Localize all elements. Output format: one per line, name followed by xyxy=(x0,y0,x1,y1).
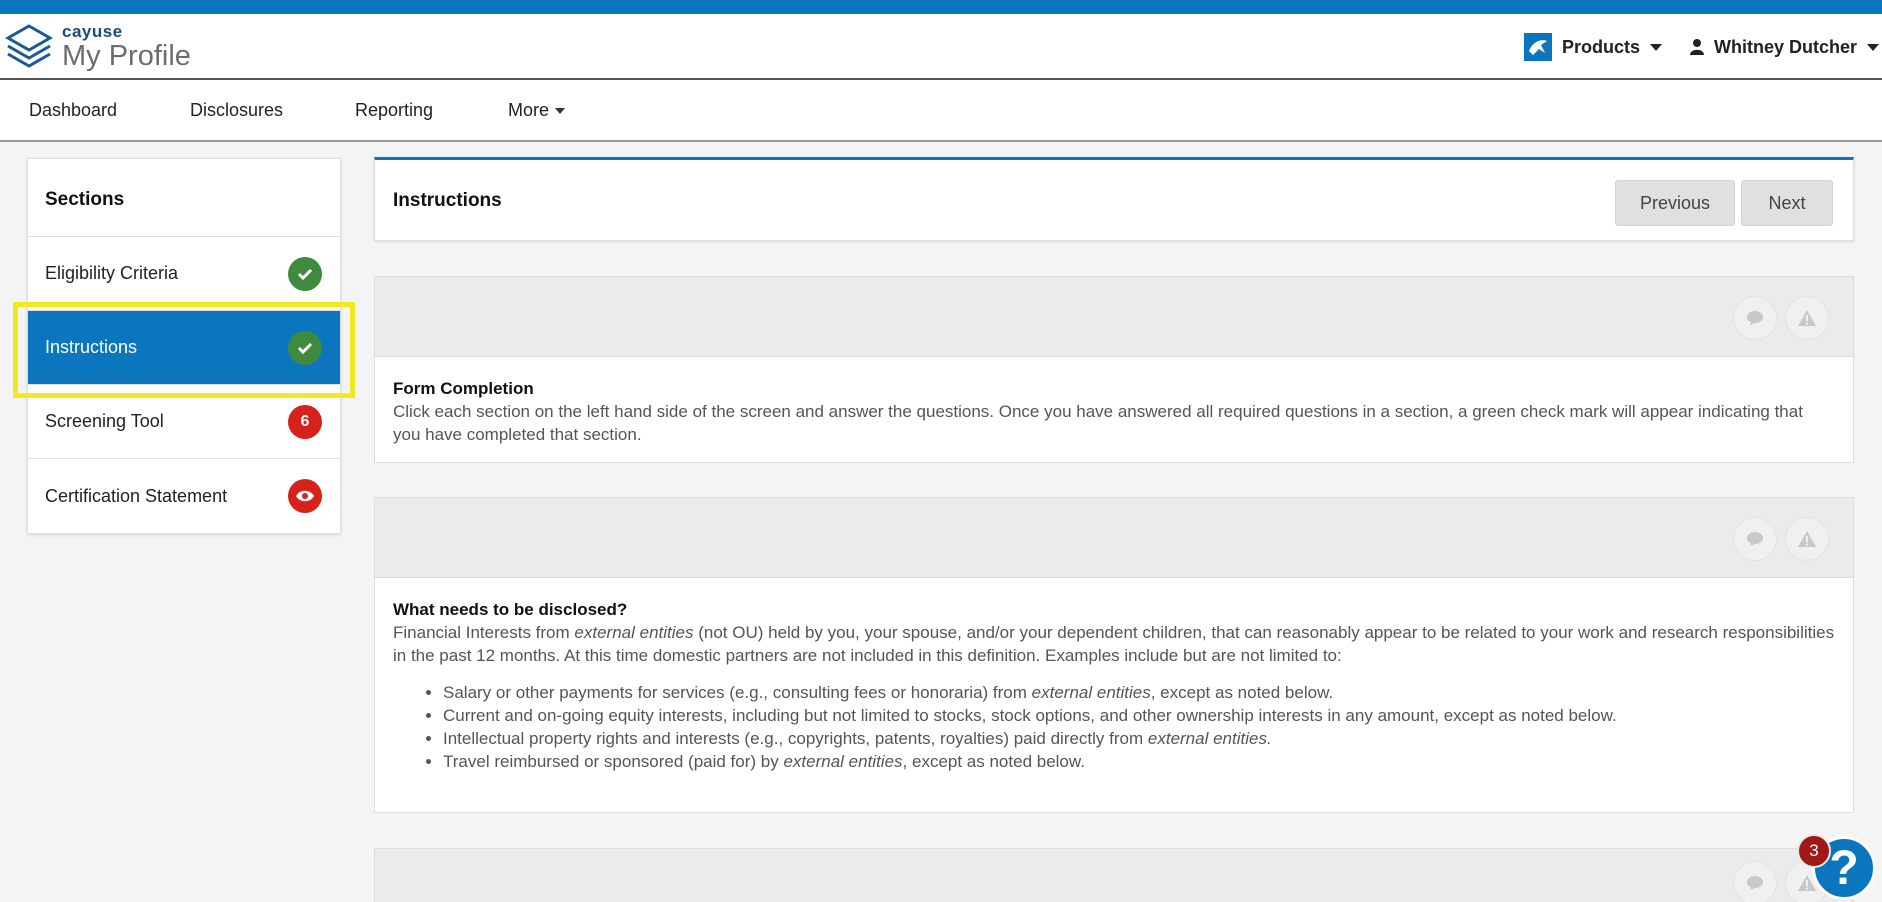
products-icon xyxy=(1524,33,1552,61)
sidebar-item-label: Certification Statement xyxy=(45,485,228,506)
comment-icon[interactable] xyxy=(1733,517,1777,561)
text-run: Intellectual property rights and interes… xyxy=(443,729,1148,748)
list-item: Intellectual property rights and interes… xyxy=(443,727,1835,750)
nav-disclosures[interactable]: Disclosures xyxy=(190,100,283,121)
nav-dashboard[interactable]: Dashboard xyxy=(29,100,117,121)
text-run: , except as noted below. xyxy=(1150,683,1334,702)
text-run: Travel reimbursed or sponsored (paid for… xyxy=(443,752,784,771)
text-run: , except as noted below. xyxy=(902,752,1085,771)
products-label: Products xyxy=(1562,36,1641,57)
nav-more-label: More xyxy=(508,100,550,120)
sidebar-item-label: Eligibility Criteria xyxy=(45,263,179,283)
emphasis-text: external entities xyxy=(574,623,694,642)
emphasis-text: external entities. xyxy=(1147,729,1272,748)
cayuse-logo-icon xyxy=(4,24,54,68)
main-nav: Dashboard Disclosures Reporting More xyxy=(0,80,1882,142)
section-text: Click each section on the left hand side… xyxy=(393,402,1803,444)
products-menu[interactable]: Products xyxy=(1524,32,1663,62)
card-body: Form Completion Click each section on th… xyxy=(375,357,1853,462)
nav-more[interactable]: More xyxy=(508,100,566,121)
list-item: Current and on-going equity interests, i… xyxy=(443,704,1835,727)
sidebar-item-eligibility-criteria[interactable]: Eligibility Criteria xyxy=(28,237,340,311)
sidebar-item-label: Screening Tool xyxy=(45,411,164,431)
list-item: Salary or other payments for services (e… xyxy=(443,681,1835,704)
comment-icon[interactable] xyxy=(1733,861,1777,902)
list-item: Travel reimbursed or sponsored (paid for… xyxy=(443,750,1835,773)
card-header xyxy=(375,849,1853,902)
section-intro: Financial Interests from external entiti… xyxy=(393,621,1835,667)
disclosure-examples-list: Salary or other payments for services (e… xyxy=(443,681,1835,773)
sections-sidebar: Sections Eligibility Criteria Instructio… xyxy=(27,158,341,534)
emphasis-text: external entities xyxy=(1031,683,1151,702)
app-header: cayuse My Profile Products Whitney Dutch… xyxy=(0,14,1882,80)
previous-button[interactable]: Previous xyxy=(1615,180,1735,226)
disclosure-info-card: What needs to be disclosed? Financial In… xyxy=(374,497,1854,813)
app-title: My Profile xyxy=(62,40,191,72)
page-title: Instructions xyxy=(393,190,502,211)
eye-icon xyxy=(288,479,322,513)
text-run: Financial Interests from xyxy=(393,623,575,642)
check-icon xyxy=(288,330,322,365)
text-run: Salary or other payments for services (e… xyxy=(443,683,1032,702)
sidebar-item-certification-statement[interactable]: Certification Statement xyxy=(28,459,340,533)
nav-reporting[interactable]: Reporting xyxy=(355,100,433,121)
next-button[interactable]: Next xyxy=(1741,180,1833,226)
card-body: What needs to be disclosed? Financial In… xyxy=(375,578,1853,789)
chevron-down-icon xyxy=(555,108,566,115)
user-menu[interactable]: Whitney Dutcher xyxy=(1690,32,1880,62)
section-title: Form Completion xyxy=(393,379,534,398)
chevron-down-icon xyxy=(1867,43,1880,51)
check-icon xyxy=(288,256,322,291)
help-count-badge: 3 xyxy=(1797,834,1831,868)
comment-icon[interactable] xyxy=(1733,296,1777,340)
count-badge: 6 xyxy=(288,404,322,439)
card-header xyxy=(375,277,1853,357)
user-icon xyxy=(1690,39,1704,55)
sidebar-title: Sections xyxy=(28,159,340,237)
top-accent-bar xyxy=(0,0,1882,14)
brand-name: cayuse xyxy=(62,22,123,41)
chevron-down-icon xyxy=(1650,43,1663,51)
section-title: What needs to be disclosed? xyxy=(393,600,628,619)
emphasis-text: external entities xyxy=(783,752,903,771)
sidebar-item-instructions[interactable]: Instructions xyxy=(28,311,340,385)
sidebar-item-label: Instructions xyxy=(45,337,138,357)
instructions-header-card: Instructions Previous Next xyxy=(374,157,1854,241)
text-run: Current and on-going equity interests, i… xyxy=(443,706,1617,725)
form-completion-card: Form Completion Click each section on th… xyxy=(374,276,1854,463)
sidebar-item-screening-tool[interactable]: Screening Tool 6 xyxy=(28,385,340,459)
warning-icon[interactable] xyxy=(1785,296,1829,340)
user-name: Whitney Dutcher xyxy=(1714,36,1858,57)
warning-icon[interactable] xyxy=(1785,517,1829,561)
next-question-card xyxy=(374,848,1854,902)
card-header xyxy=(375,498,1853,578)
